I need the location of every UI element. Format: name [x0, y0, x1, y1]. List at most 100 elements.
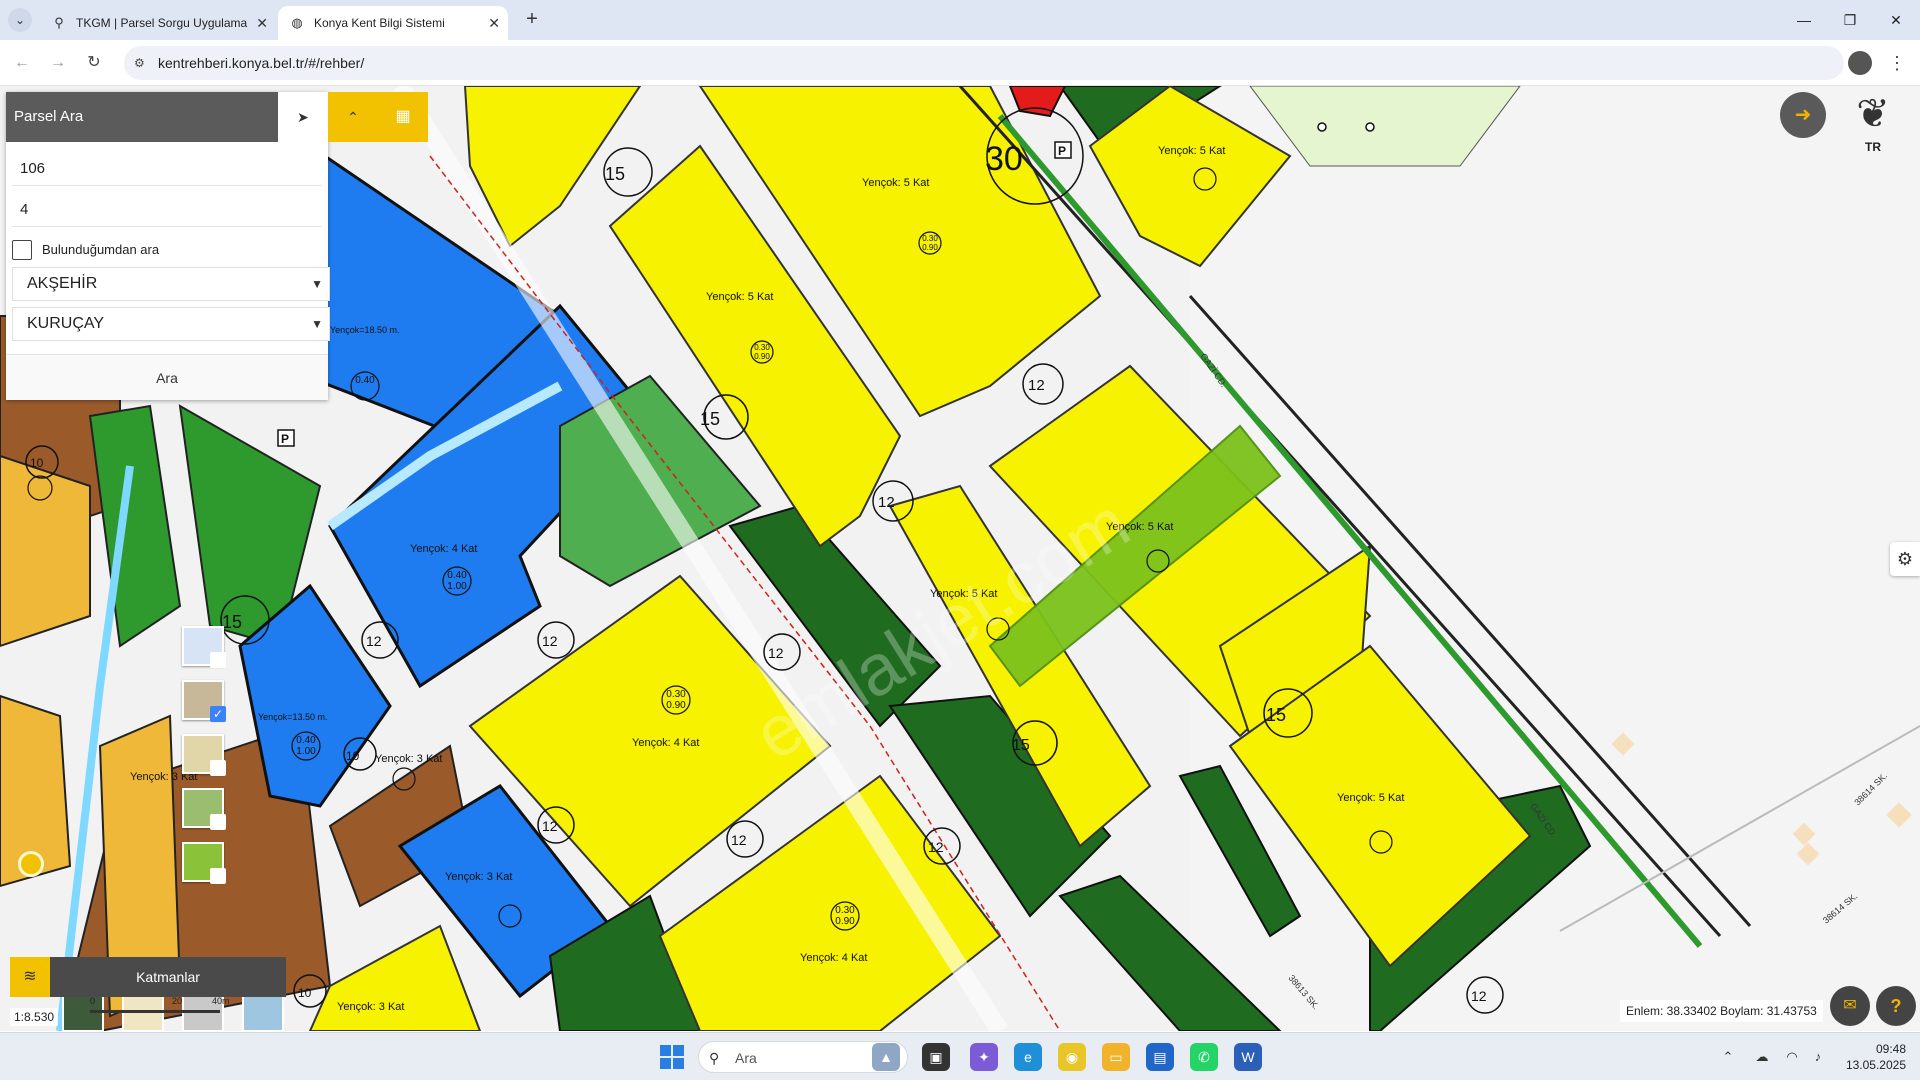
globe-icon: ◍ — [291, 15, 303, 30]
logo-text: TR — [1865, 140, 1881, 154]
zone-label: Yençok: 4 Kat — [800, 952, 867, 964]
search-button[interactable]: Ara — [6, 354, 328, 400]
ratio-label: 0.30 — [754, 343, 770, 352]
scale-ratio: 1:8.530 — [10, 1008, 59, 1026]
svg-text:P: P — [281, 432, 289, 446]
copilot-icon[interactable]: ✦ — [970, 1043, 998, 1071]
ratio-label: 0.90 — [922, 243, 938, 252]
municipality-logo: ❦ TR — [1838, 88, 1908, 162]
tab-list-button[interactable]: ⌄ — [8, 8, 32, 32]
road-width-label: 15 — [1266, 705, 1286, 725]
restore-button[interactable]: ❐ — [1830, 6, 1870, 34]
layer-checkbox-checked[interactable]: ✓ — [210, 706, 226, 722]
parsel-search-panel: Parsel Ara ➤ Bulunduğumdan ara AKŞEHİR ▼… — [6, 92, 330, 400]
zone-label: Yençok: 5 Kat — [862, 177, 929, 189]
layer-checkbox[interactable] — [210, 814, 226, 830]
minimize-button[interactable]: — — [1784, 6, 1824, 34]
zone-label: Yençok: 5 Kat — [706, 291, 773, 303]
ratio-label: 0.40 — [447, 570, 467, 581]
back-button[interactable]: ← — [10, 51, 34, 75]
chat-bubble-icon[interactable]: ✉ — [1830, 986, 1870, 1026]
taskbar: ⚲ Ara ▲ ▣ ✦ e ◉ ▭ ▤ ✆ W ⌃ ☁ ◠ ♪ 09:48 13… — [0, 1032, 1920, 1080]
file-explorer-icon[interactable]: ▭ — [1102, 1043, 1130, 1071]
browser-menu-icon[interactable]: ⋮ — [1888, 51, 1906, 75]
eagle-emblem-icon: ❦ — [1856, 92, 1890, 136]
zone-label: Yençok: 4 Kat — [632, 737, 699, 749]
ratio-label: 1.00 — [447, 581, 467, 592]
layers-label: Katmanlar — [136, 969, 200, 985]
taskbar-search-placeholder: Ara — [735, 1050, 757, 1066]
road-width-label: 10 — [346, 749, 360, 763]
system-clock[interactable]: 09:48 13.05.2025 — [1836, 1041, 1906, 1073]
zone-label: Yençok=13.50 m. — [258, 712, 327, 722]
navigate-arrow-icon[interactable]: ➤ — [278, 92, 328, 142]
edge-icon[interactable]: e — [1014, 1043, 1042, 1071]
close-window-button[interactable]: ✕ — [1876, 6, 1916, 34]
neighborhood-select[interactable]: KURUÇAY ▼ — [12, 307, 330, 341]
volume-icon[interactable]: ♪ — [1808, 1047, 1828, 1067]
url-text: kentrehberi.konya.bel.tr/#/rehber/ — [158, 55, 365, 71]
profile-avatar[interactable] — [1848, 51, 1872, 75]
whatsapp-icon[interactable]: ✆ — [1190, 1043, 1218, 1071]
settings-gear-icon[interactable]: ⚙ — [1890, 542, 1920, 576]
scale-tick-label: 20 — [172, 996, 183, 1006]
site-settings-icon[interactable]: ⚙ — [134, 55, 150, 71]
district-value: AKŞEHİR — [27, 275, 98, 292]
word-icon[interactable]: W — [1234, 1043, 1262, 1071]
road-width-label: 15 — [700, 409, 720, 429]
new-tab-button[interactable]: + — [520, 8, 544, 32]
login-button[interactable]: ➜ — [1780, 92, 1826, 138]
layer-checkbox[interactable] — [210, 652, 226, 668]
ratio-label: 0.90 — [754, 352, 770, 361]
ada-input[interactable] — [12, 152, 322, 186]
zone-label: Yençok=18.50 m. — [330, 325, 399, 335]
close-icon[interactable]: ✕ — [488, 6, 500, 40]
location-checkbox[interactable] — [12, 240, 32, 260]
ratio-label: 0.40 — [355, 375, 375, 386]
zone-label: Yençok: 5 Kat — [1337, 792, 1404, 804]
layers-bar[interactable]: ≋ Katmanlar — [10, 957, 286, 997]
zone-label: Yençok: 4 Kat — [410, 543, 477, 555]
collapse-panel-button[interactable]: ⌃ — [328, 92, 378, 142]
road-width-label: 15 — [605, 164, 625, 184]
layers-icon[interactable]: ≋ — [10, 957, 50, 997]
chevron-down-icon: ▼ — [311, 277, 323, 291]
chrome-icon[interactable]: ◉ — [1058, 1043, 1086, 1071]
road-width-label: 12 — [1471, 988, 1487, 1004]
parsel-input[interactable] — [12, 193, 322, 227]
panel-title: Parsel Ara — [6, 92, 278, 142]
forward-button[interactable]: → — [46, 51, 70, 75]
road-width-label: 12 — [768, 645, 784, 661]
tab-title: Konya Kent Bilgi Sistemi — [314, 16, 445, 30]
tray-chevron-icon[interactable]: ⌃ — [1718, 1047, 1738, 1067]
reload-button[interactable]: ↻ — [82, 51, 106, 75]
help-button[interactable]: ? — [1876, 986, 1916, 1026]
tab-tkgm[interactable]: ⚲ TKGM | Parsel Sorgu Uygulama ✕ — [40, 6, 276, 40]
zone-label: Yençok: 5 Kat — [1158, 145, 1225, 157]
ratio-label: 0.90 — [835, 916, 855, 927]
address-bar[interactable]: ⚙ kentrehberi.konya.bel.tr/#/rehber/ — [124, 46, 1844, 80]
layer-checkbox[interactable] — [210, 868, 226, 884]
tab-konya[interactable]: ◍ Konya Kent Bilgi Sistemi ✕ — [278, 6, 508, 40]
ratio-label: 0.90 — [666, 700, 686, 711]
district-select[interactable]: AKŞEHİR ▼ — [12, 267, 330, 301]
location-pin-icon: ⚲ — [54, 15, 64, 30]
zone-label: Yençok: 3 Kat — [445, 871, 512, 883]
svg-text:P: P — [1058, 144, 1066, 158]
onedrive-icon[interactable]: ☁ — [1752, 1047, 1772, 1067]
close-icon[interactable]: ✕ — [256, 6, 268, 40]
task-view-icon[interactable]: ▣ — [922, 1043, 950, 1071]
neighborhood-value: KURUÇAY — [27, 315, 105, 332]
layer-checkbox[interactable] — [210, 760, 226, 776]
wifi-icon[interactable]: ◠ — [1782, 1047, 1802, 1067]
grid-menu-button[interactable]: ▦ — [378, 92, 428, 142]
road-width-label: 12 — [1028, 377, 1045, 394]
road-width-label: 10 — [298, 986, 312, 1000]
zone-label: Yençok: 3 Kat — [375, 753, 442, 765]
ratio-label: 0.40 — [296, 735, 316, 746]
store-icon[interactable]: ▤ — [1146, 1043, 1174, 1071]
gps-location-button[interactable] — [18, 851, 44, 877]
road-width-label: 15 — [1012, 737, 1030, 754]
windows-start-icon[interactable] — [660, 1045, 684, 1069]
landscape-widget-icon[interactable]: ▲ — [872, 1043, 900, 1071]
